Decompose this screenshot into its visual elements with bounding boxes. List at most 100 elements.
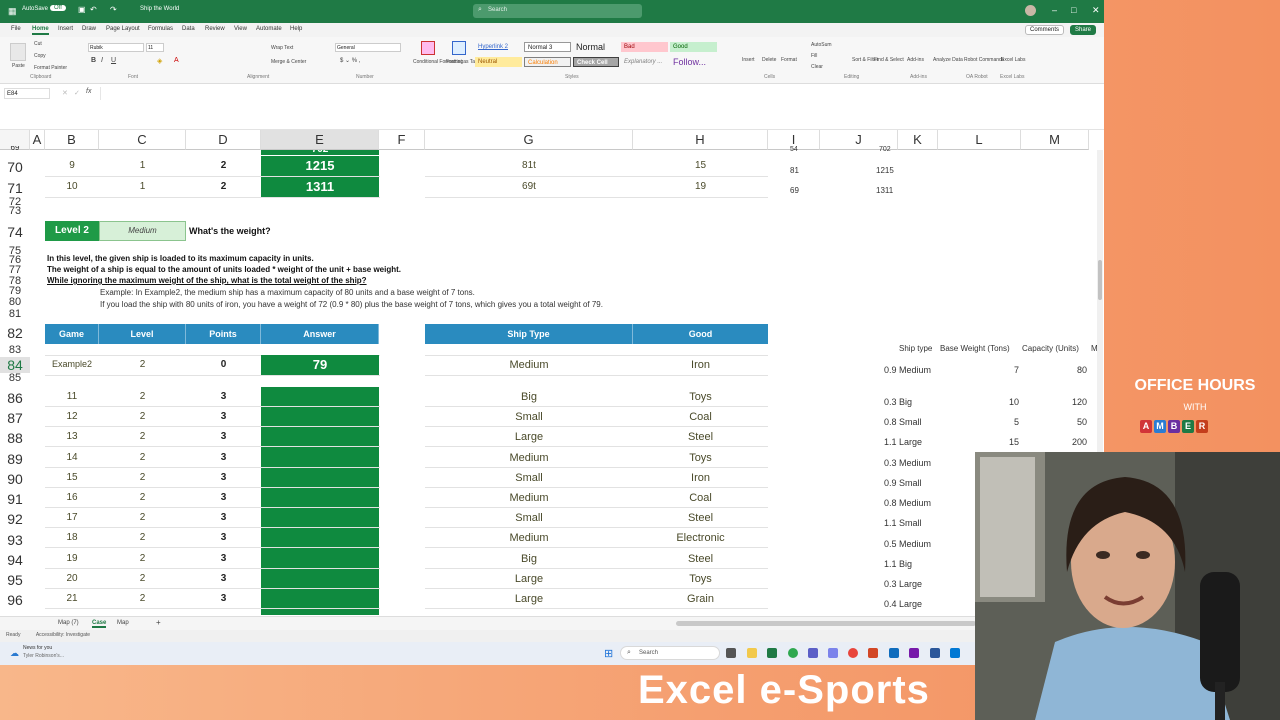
style-normal3[interactable]: Normal 3 [524,42,571,52]
header-points[interactable]: Points [186,324,261,344]
underline-button[interactable]: U [111,57,116,64]
ship-type-cell[interactable]: Large [425,593,633,605]
row-number[interactable]: 90 [0,471,30,487]
level-cell[interactable]: 2 [99,472,186,483]
powerpoint-icon[interactable] [868,648,878,658]
good-cell[interactable]: Toys [633,391,768,403]
game-cell[interactable]: 17 [45,512,99,523]
merge-center-button[interactable]: Merge & Center [271,59,306,65]
ship-type-cell[interactable]: Small [425,512,633,524]
ship-type-cell[interactable]: Large [425,431,633,443]
row-number[interactable]: 84 [0,357,30,373]
column-header-a[interactable]: A [30,130,45,150]
ship-type-cell[interactable]: 69t [425,181,633,192]
difficulty-badge[interactable]: Medium [99,221,186,241]
browser-icon[interactable] [848,648,858,658]
confirm-formula-icon[interactable]: ✓ [74,89,80,97]
row-number[interactable]: 71 [0,180,30,196]
find-select-button[interactable]: Find & Select [874,57,904,63]
level-cell[interactable]: 2 [99,452,186,463]
task-view-icon[interactable] [726,648,736,658]
game-cell[interactable]: 10 [45,181,99,192]
ship-type-cell[interactable]: Big [425,391,633,403]
teams-icon[interactable] [808,648,818,658]
row-number[interactable]: 91 [0,491,30,507]
row-number[interactable]: 92 [0,511,30,527]
points-cell[interactable]: 3 [186,411,261,422]
menu-automate[interactable]: Automate [256,26,282,32]
row-number[interactable]: 93 [0,532,30,548]
ship-type-cell[interactable]: Big [425,553,633,565]
menu-page-layout[interactable]: Page Layout [106,26,140,32]
points-cell[interactable]: 3 [186,472,261,483]
ship-type-cell[interactable]: Medium [425,492,633,504]
sheet-tab-case[interactable]: Case [92,620,107,628]
game-cell[interactable]: 16 [45,492,99,503]
game-cell[interactable]: 15 [45,472,99,483]
excel-labs-button[interactable]: Excel Labs [1001,57,1025,63]
currency-icon[interactable]: $ ⌄ % , [340,57,360,64]
level-label[interactable]: Level 2 [45,221,99,241]
row-number[interactable]: 88 [0,430,30,446]
good-cell[interactable]: Steel [633,512,768,524]
row-number[interactable]: 89 [0,451,30,467]
row-number[interactable]: 81 [0,308,30,320]
style-good[interactable]: Good [670,42,717,52]
good-cell[interactable]: Steel [633,553,768,565]
style-bad[interactable]: Bad [621,42,668,52]
windows-start-icon[interactable]: ⊞ [604,647,613,660]
ship-type-cell[interactable]: Small [425,411,633,423]
level-cell[interactable]: 2 [99,593,186,604]
level-cell[interactable]: 2 [99,431,186,442]
good-cell[interactable]: Coal [633,411,768,423]
level-cell[interactable]: 2 [99,359,186,370]
ship-type-cell[interactable]: Large [425,573,633,585]
font-size-select[interactable]: 11 [146,43,164,52]
app-icon[interactable] [950,648,960,658]
game-cell[interactable]: Example2 [45,359,99,369]
points-cell[interactable]: 3 [186,452,261,463]
answer-cell[interactable]: 1311 [261,177,379,197]
row-number[interactable]: 95 [0,572,30,588]
menu-view[interactable]: View [234,26,247,32]
game-cell[interactable]: 21 [45,593,99,604]
news-title[interactable]: News for you [23,645,52,651]
good-cell[interactable]: 15 [633,160,768,171]
autosum-button[interactable]: AutoSum [811,42,832,48]
row-number[interactable]: 73 [0,205,30,217]
menu-data[interactable]: Data [182,26,195,32]
game-cell[interactable]: 13 [45,431,99,442]
level-cell[interactable]: 2 [99,391,186,402]
good-cell[interactable]: Iron [633,472,768,484]
good-cell[interactable]: 19 [633,181,768,192]
name-box[interactable]: E84 [4,88,50,99]
style-normal[interactable]: Normal [573,40,619,50]
italic-button[interactable]: I [101,57,103,64]
ship-type-cell[interactable]: Medium [425,532,633,544]
cancel-formula-icon[interactable]: ✕ [62,89,68,97]
style-hyperlink2[interactable]: Hyperlink 2 [475,42,522,52]
good-cell[interactable]: Grain [633,593,768,605]
insert-cells-button[interactable]: Insert [742,57,755,63]
answer-cell[interactable]: 79 [261,355,379,375]
maximize-icon[interactable]: □ [1071,5,1076,15]
column-header-f[interactable]: F [379,130,425,150]
format-cells-button[interactable]: Format [781,57,797,63]
level-cell[interactable]: 2 [99,573,186,584]
row-number[interactable]: 94 [0,552,30,568]
add-sheet-button[interactable]: + [156,618,161,627]
ship-type-cell[interactable]: Small [425,472,633,484]
clear-button[interactable]: Clear [811,64,823,70]
share-button[interactable]: Share [1070,25,1097,35]
column-header-k[interactable]: K [898,130,938,150]
cut-button[interactable]: Cut [34,41,42,47]
fill-button[interactable]: Fill [811,53,817,59]
points-cell[interactable]: 3 [186,492,261,503]
menu-insert[interactable]: Insert [58,26,73,32]
good-cell[interactable]: Electronic [633,532,768,544]
robot-commands-button[interactable]: Robot Commands [964,57,1004,63]
level-cell[interactable]: 2 [99,512,186,523]
addins-button[interactable]: Add-ins [907,57,924,63]
file-explorer-icon[interactable] [747,648,757,658]
points-cell[interactable]: 3 [186,431,261,442]
